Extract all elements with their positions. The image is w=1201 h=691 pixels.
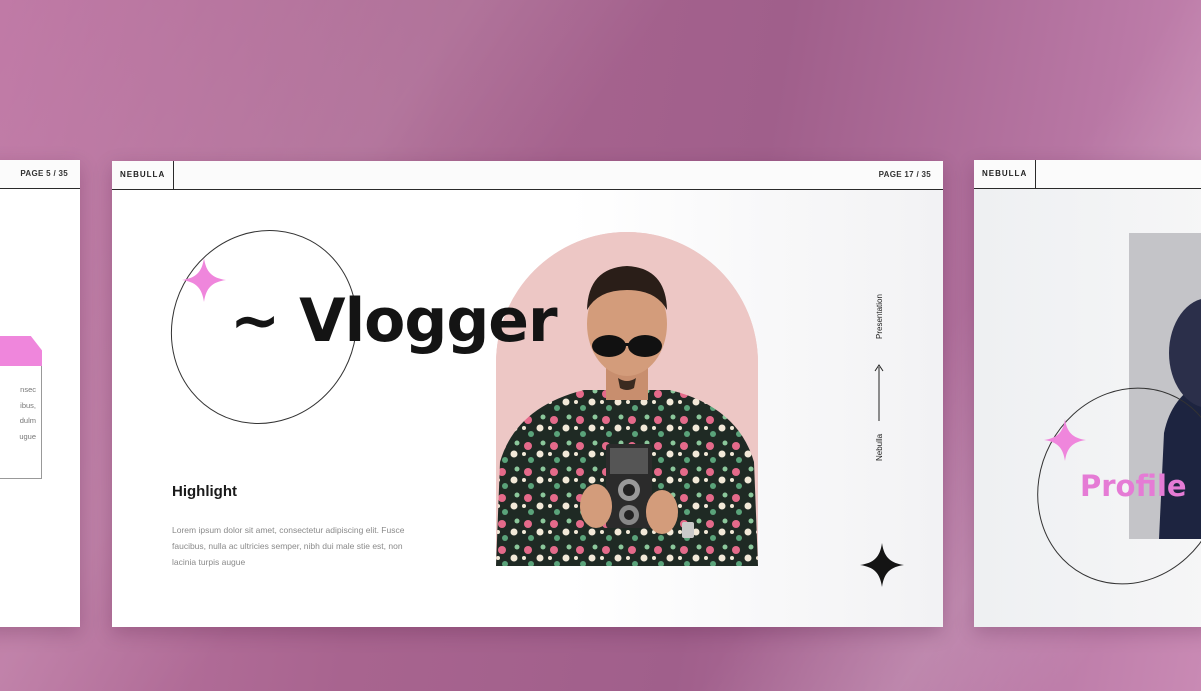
page-number: PAGE 17 / 35 xyxy=(878,170,931,179)
page-number: PAGE 5 / 35 xyxy=(20,169,68,178)
vertical-caption-bottom: Nebulla xyxy=(875,433,884,461)
sparkle-black-icon xyxy=(860,543,904,587)
slide-thumbnail-left[interactable]: PAGE 5 / 35 nsec ibus, dulm ugue xyxy=(0,160,80,627)
slide-title: ~ Vlogger xyxy=(230,286,558,356)
sparkle-pink-icon xyxy=(182,258,226,302)
slide-header: PAGE 5 / 35 xyxy=(0,160,80,189)
body-paragraph: Lorem ipsum dolor sit amet, consectetur … xyxy=(172,525,405,567)
sparkle-pink-icon xyxy=(1044,419,1086,461)
card-text-line: dulm xyxy=(19,416,36,425)
section-heading: Highlight xyxy=(172,483,237,500)
card-text-line: nsec xyxy=(20,385,36,394)
photo-vlogger xyxy=(496,232,758,566)
brand-label: NEBULLA xyxy=(974,160,1037,188)
arrow-up-icon xyxy=(874,364,884,421)
card-text: nsec ibus, dulm ugue xyxy=(0,382,36,444)
brand-label: NEBULLA xyxy=(112,161,175,189)
pink-tab-shape xyxy=(0,336,42,368)
person-photo-illustration xyxy=(496,232,758,566)
vertical-caption: Presentation Nebulla xyxy=(874,294,884,461)
slide-header: NEBULLA PAGE 17 / 35 xyxy=(112,161,943,190)
vertical-caption-top: Presentation xyxy=(875,294,884,339)
slide-header: NEBULLA xyxy=(974,160,1201,189)
slide-thumbnail-right[interactable]: NEBULLA Profile xyxy=(974,160,1201,627)
slide-main[interactable]: NEBULLA PAGE 17 / 35 ~ Vlogger Highlight… xyxy=(112,161,943,627)
card-text-line: ibus, xyxy=(20,400,36,410)
card-text-line: ugue xyxy=(19,431,36,441)
slide-title: Profile xyxy=(1080,469,1187,503)
